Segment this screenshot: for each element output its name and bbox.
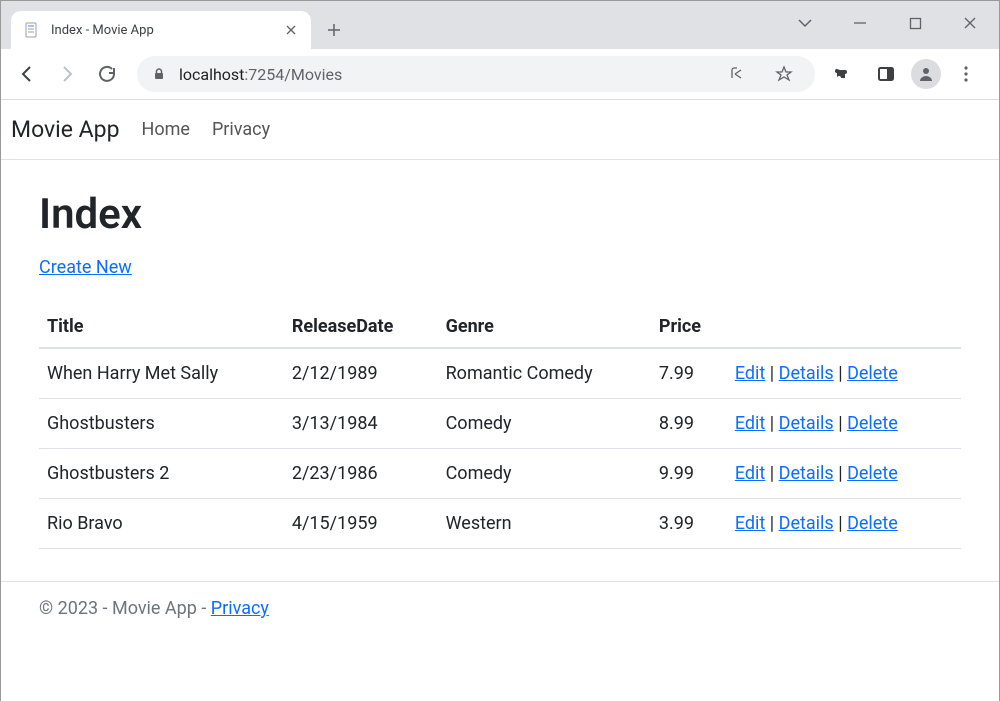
- browser-toolbar: localhost:7254/Movies: [1, 49, 999, 100]
- tab-close-icon[interactable]: [283, 22, 299, 38]
- cell-price: 7.99: [651, 348, 727, 399]
- tab-title: Index - Movie App: [51, 23, 283, 38]
- tab-active[interactable]: Index - Movie App: [11, 11, 311, 49]
- separator: |: [834, 413, 847, 434]
- cell-title: Ghostbusters: [39, 399, 284, 449]
- close-window-button[interactable]: [960, 13, 980, 33]
- footer-privacy-link[interactable]: Privacy: [211, 598, 269, 619]
- nav-link-home[interactable]: Home: [142, 119, 190, 140]
- cell-actions: Edit | Details | Delete: [727, 348, 961, 399]
- window-controls: [795, 16, 1000, 30]
- cell-release-date: 4/15/1959: [284, 499, 438, 549]
- cell-release-date: 2/12/1989: [284, 348, 438, 399]
- th-actions: [727, 306, 961, 348]
- edit-link[interactable]: Edit: [735, 413, 765, 434]
- navbar-brand[interactable]: Movie App: [11, 116, 120, 143]
- cell-title: Rio Bravo: [39, 499, 284, 549]
- back-button[interactable]: [9, 56, 45, 92]
- cell-price: 8.99: [651, 399, 727, 449]
- url-text: localhost:7254/Movies: [179, 65, 709, 84]
- cell-title: When Harry Met Sally: [39, 348, 284, 399]
- maximize-button[interactable]: [905, 13, 925, 33]
- cell-actions: Edit | Details | Delete: [727, 449, 961, 499]
- extensions-icon[interactable]: [827, 57, 861, 91]
- movies-table: Title ReleaseDate Genre Price When Harry…: [39, 306, 961, 549]
- edit-link[interactable]: Edit: [735, 363, 765, 384]
- nav-link-privacy[interactable]: Privacy: [212, 119, 270, 140]
- details-link[interactable]: Details: [779, 413, 834, 434]
- delete-link[interactable]: Delete: [847, 463, 898, 484]
- page-title: Index: [39, 190, 961, 239]
- new-tab-button[interactable]: [319, 15, 349, 45]
- table-row: Ghostbusters3/13/1984Comedy8.99Edit | De…: [39, 399, 961, 449]
- lock-icon: [151, 66, 167, 82]
- edit-link[interactable]: Edit: [735, 513, 765, 534]
- footer-text: © 2023 - Movie App -: [39, 598, 211, 619]
- edit-link[interactable]: Edit: [735, 463, 765, 484]
- table-row: When Harry Met Sally2/12/1989Romantic Co…: [39, 348, 961, 399]
- minimize-button[interactable]: [850, 13, 870, 33]
- cell-genre: Comedy: [438, 399, 651, 449]
- th-title: Title: [39, 306, 284, 348]
- details-link[interactable]: Details: [779, 363, 834, 384]
- th-release-date: ReleaseDate: [284, 306, 438, 348]
- cell-release-date: 2/23/1986: [284, 449, 438, 499]
- separator: |: [834, 463, 847, 484]
- cell-actions: Edit | Details | Delete: [727, 399, 961, 449]
- page-favicon-icon: [23, 21, 41, 39]
- cell-genre: Romantic Comedy: [438, 348, 651, 399]
- page-content: Movie App Home Privacy Index Create New …: [1, 100, 999, 701]
- separator: |: [765, 513, 778, 534]
- table-row: Ghostbusters 22/23/1986Comedy9.99Edit | …: [39, 449, 961, 499]
- main-container: Index Create New Title ReleaseDate Genre…: [1, 160, 999, 559]
- separator: |: [765, 363, 778, 384]
- th-price: Price: [651, 306, 727, 348]
- cell-title: Ghostbusters 2: [39, 449, 284, 499]
- separator: |: [765, 413, 778, 434]
- page-footer: © 2023 - Movie App - Privacy: [1, 581, 999, 635]
- address-bar[interactable]: localhost:7254/Movies: [137, 56, 815, 92]
- table-header-row: Title ReleaseDate Genre Price: [39, 306, 961, 348]
- app-navbar: Movie App Home Privacy: [1, 100, 999, 160]
- bookmark-star-icon[interactable]: [767, 57, 801, 91]
- cell-release-date: 3/13/1984: [284, 399, 438, 449]
- delete-link[interactable]: Delete: [847, 513, 898, 534]
- profile-avatar-icon[interactable]: [911, 59, 941, 89]
- th-genre: Genre: [438, 306, 651, 348]
- forward-button[interactable]: [49, 56, 85, 92]
- separator: |: [834, 363, 847, 384]
- reload-button[interactable]: [89, 56, 125, 92]
- details-link[interactable]: Details: [779, 513, 834, 534]
- separator: |: [765, 463, 778, 484]
- cell-genre: Western: [438, 499, 651, 549]
- table-row: Rio Bravo4/15/1959Western3.99Edit | Deta…: [39, 499, 961, 549]
- create-new-link[interactable]: Create New: [39, 257, 132, 278]
- delete-link[interactable]: Delete: [847, 363, 898, 384]
- side-panel-icon[interactable]: [869, 57, 903, 91]
- cell-price: 3.99: [651, 499, 727, 549]
- window-dropdown-icon[interactable]: [795, 13, 815, 33]
- share-icon[interactable]: [721, 57, 755, 91]
- menu-kebab-icon[interactable]: [949, 57, 983, 91]
- details-link[interactable]: Details: [779, 463, 834, 484]
- cell-genre: Comedy: [438, 449, 651, 499]
- browser-chrome: Index - Movie App localhost:7254/Movies: [1, 1, 999, 100]
- toolbar-right: [827, 57, 991, 91]
- delete-link[interactable]: Delete: [847, 413, 898, 434]
- cell-actions: Edit | Details | Delete: [727, 499, 961, 549]
- separator: |: [834, 513, 847, 534]
- cell-price: 9.99: [651, 449, 727, 499]
